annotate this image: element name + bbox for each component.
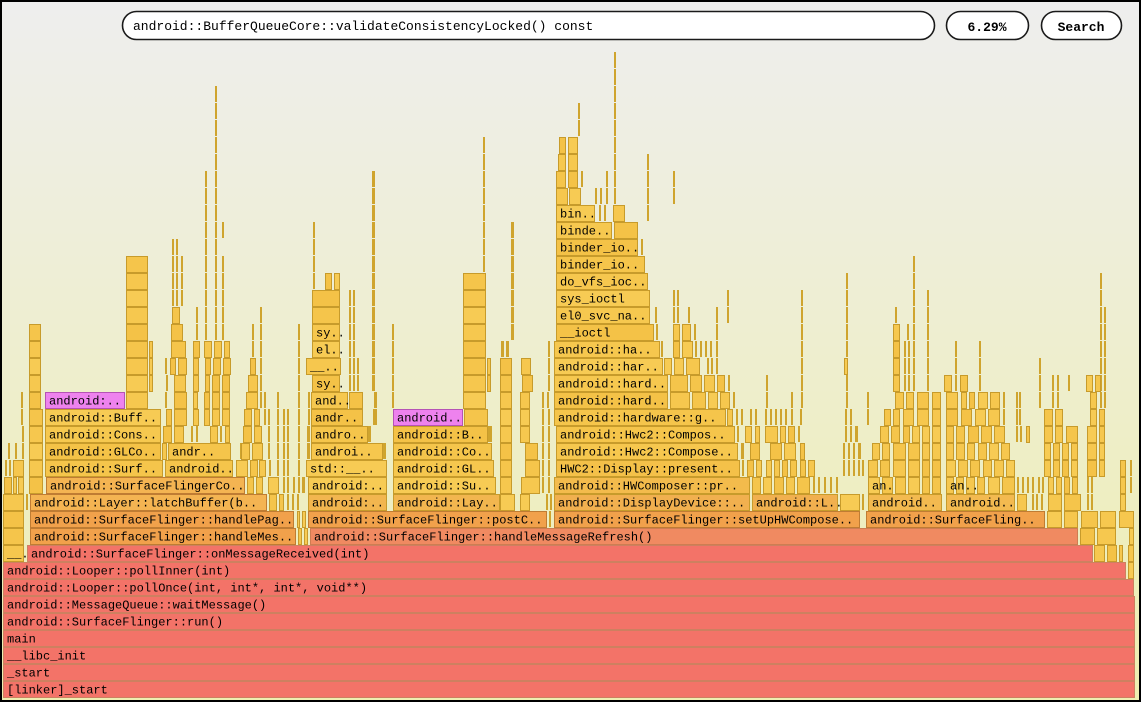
svg-text:android::Su..: android::Su.. — [397, 480, 491, 494]
svg-text:an..: an.. — [950, 480, 979, 494]
svg-text:android::GL..: android::GL.. — [397, 463, 491, 477]
svg-text:6.29%: 6.29% — [967, 20, 1006, 35]
svg-text:android::SurfaceFlingerCo..: android::SurfaceFlingerCo.. — [50, 480, 244, 494]
svg-text:sy..: sy.. — [316, 327, 345, 341]
svg-text:android::SurfaceFlinger::onMes: android::SurfaceFlinger::onMessageReceiv… — [31, 548, 369, 562]
svg-text:android::B..: android::B.. — [397, 429, 483, 443]
svg-text:and..: and.. — [315, 395, 351, 409]
svg-text:__ioctl: __ioctl — [559, 327, 610, 341]
svg-text:android..: android.. — [169, 463, 234, 477]
svg-text:bin..: bin.. — [560, 208, 596, 222]
svg-text:andro..: andro.. — [315, 429, 365, 443]
svg-text:android..: android.. — [950, 497, 1015, 511]
svg-text:android::Looper::pollInner(int: android::Looper::pollInner(int) — [7, 565, 230, 579]
svg-text:android::Buff..: android::Buff.. — [49, 412, 157, 426]
svg-text:android::SurfaceFlinger::run(): android::SurfaceFlinger::run() — [7, 616, 223, 630]
svg-text:android::SurfaceFlinger::handl: android::SurfaceFlinger::handlePag.. — [34, 514, 293, 528]
svg-text:do_vfs_ioc..: do_vfs_ioc.. — [560, 276, 646, 290]
svg-text:android::HWComposer::pr..: android::HWComposer::pr.. — [558, 480, 738, 494]
svg-text:android::SurfaceFling..: android::SurfaceFling.. — [870, 514, 1036, 528]
svg-text:__..: __.. — [309, 361, 339, 375]
svg-text:android::Lay..: android::Lay.. — [397, 497, 498, 511]
svg-text:android::Cons..: android::Cons.. — [49, 429, 157, 443]
svg-text:android::Looper::pollOnce(int,: android::Looper::pollOnce(int, int*, int… — [7, 582, 367, 596]
svg-text:android:..: android:.. — [312, 480, 384, 494]
svg-text:android..: android.. — [872, 497, 937, 511]
svg-text:sys_ioctl: sys_ioctl — [560, 293, 625, 307]
svg-text:binde..: binde.. — [560, 225, 610, 239]
svg-text:android::hardware::g..: android::hardware::g.. — [558, 412, 716, 426]
svg-text:Search: Search — [1058, 20, 1105, 35]
svg-text:[linker]_start: [linker]_start — [7, 684, 108, 698]
svg-text:android::Surf..: android::Surf.. — [49, 463, 157, 477]
svg-text:android::SurfaceFlinger::postC: android::SurfaceFlinger::postC.. — [312, 514, 542, 528]
svg-text:android::SurfaceFlinger::handl: android::SurfaceFlinger::handleMes.. — [34, 531, 293, 545]
svg-text:__libc_init: __libc_init — [6, 650, 86, 664]
svg-text:android..: android.. — [397, 412, 462, 426]
svg-text:android::DisplayDevice::..: android::DisplayDevice::.. — [558, 497, 745, 511]
svg-text:android:..: android:.. — [49, 395, 121, 409]
svg-text:android::BufferQueueCore::vali: android::BufferQueueCore::validateConsis… — [133, 19, 593, 34]
svg-text:HWC2::Display::present..: HWC2::Display::present.. — [560, 463, 733, 477]
svg-text:main: main — [7, 633, 36, 647]
svg-text:android::L..: android::L.. — [756, 497, 842, 511]
svg-text:android:..: android:.. — [312, 497, 384, 511]
svg-text:androi..: androi.. — [315, 446, 373, 460]
svg-text:android::hard..: android::hard.. — [558, 378, 666, 392]
svg-text:android::SurfaceFlinger::handl: android::SurfaceFlinger::handleMessageRe… — [314, 531, 652, 545]
svg-text:an.: an. — [872, 480, 894, 494]
svg-text:sy..: sy.. — [316, 378, 345, 392]
svg-text:__.: __. — [6, 548, 29, 562]
svg-text:el0_svc_na..: el0_svc_na.. — [560, 310, 646, 324]
svg-text:binder_io..: binder_io.. — [560, 242, 639, 256]
svg-text:andr..: andr.. — [315, 412, 358, 426]
svg-text:android::SurfaceFlinger::setUp: android::SurfaceFlinger::setUpHWCompose.… — [558, 514, 853, 528]
svg-text:android::Co..: android::Co.. — [397, 446, 491, 460]
svg-text:android::ha..: android::ha.. — [558, 344, 652, 358]
svg-text:android::GLCo..: android::GLCo.. — [49, 446, 157, 460]
svg-text:android::Layer::latchBuffer(b.: android::Layer::latchBuffer(b.. — [34, 497, 257, 511]
svg-text:_start: _start — [6, 667, 50, 681]
svg-text:android::Hwc2::Compos..: android::Hwc2::Compos.. — [560, 429, 726, 443]
svg-text:andr..: andr.. — [172, 446, 215, 460]
svg-text:el..: el.. — [316, 344, 345, 358]
svg-text:android::hard..: android::hard.. — [558, 395, 666, 409]
svg-text:android::Hwc2::Compose..: android::Hwc2::Compose.. — [560, 446, 733, 460]
svg-text:android::MessageQueue::waitMes: android::MessageQueue::waitMessage() — [7, 599, 266, 613]
svg-text:android::har..: android::har.. — [558, 361, 659, 375]
svg-text:binder_io..: binder_io.. — [560, 259, 639, 273]
svg-text:std::__..: std::__.. — [310, 463, 375, 477]
